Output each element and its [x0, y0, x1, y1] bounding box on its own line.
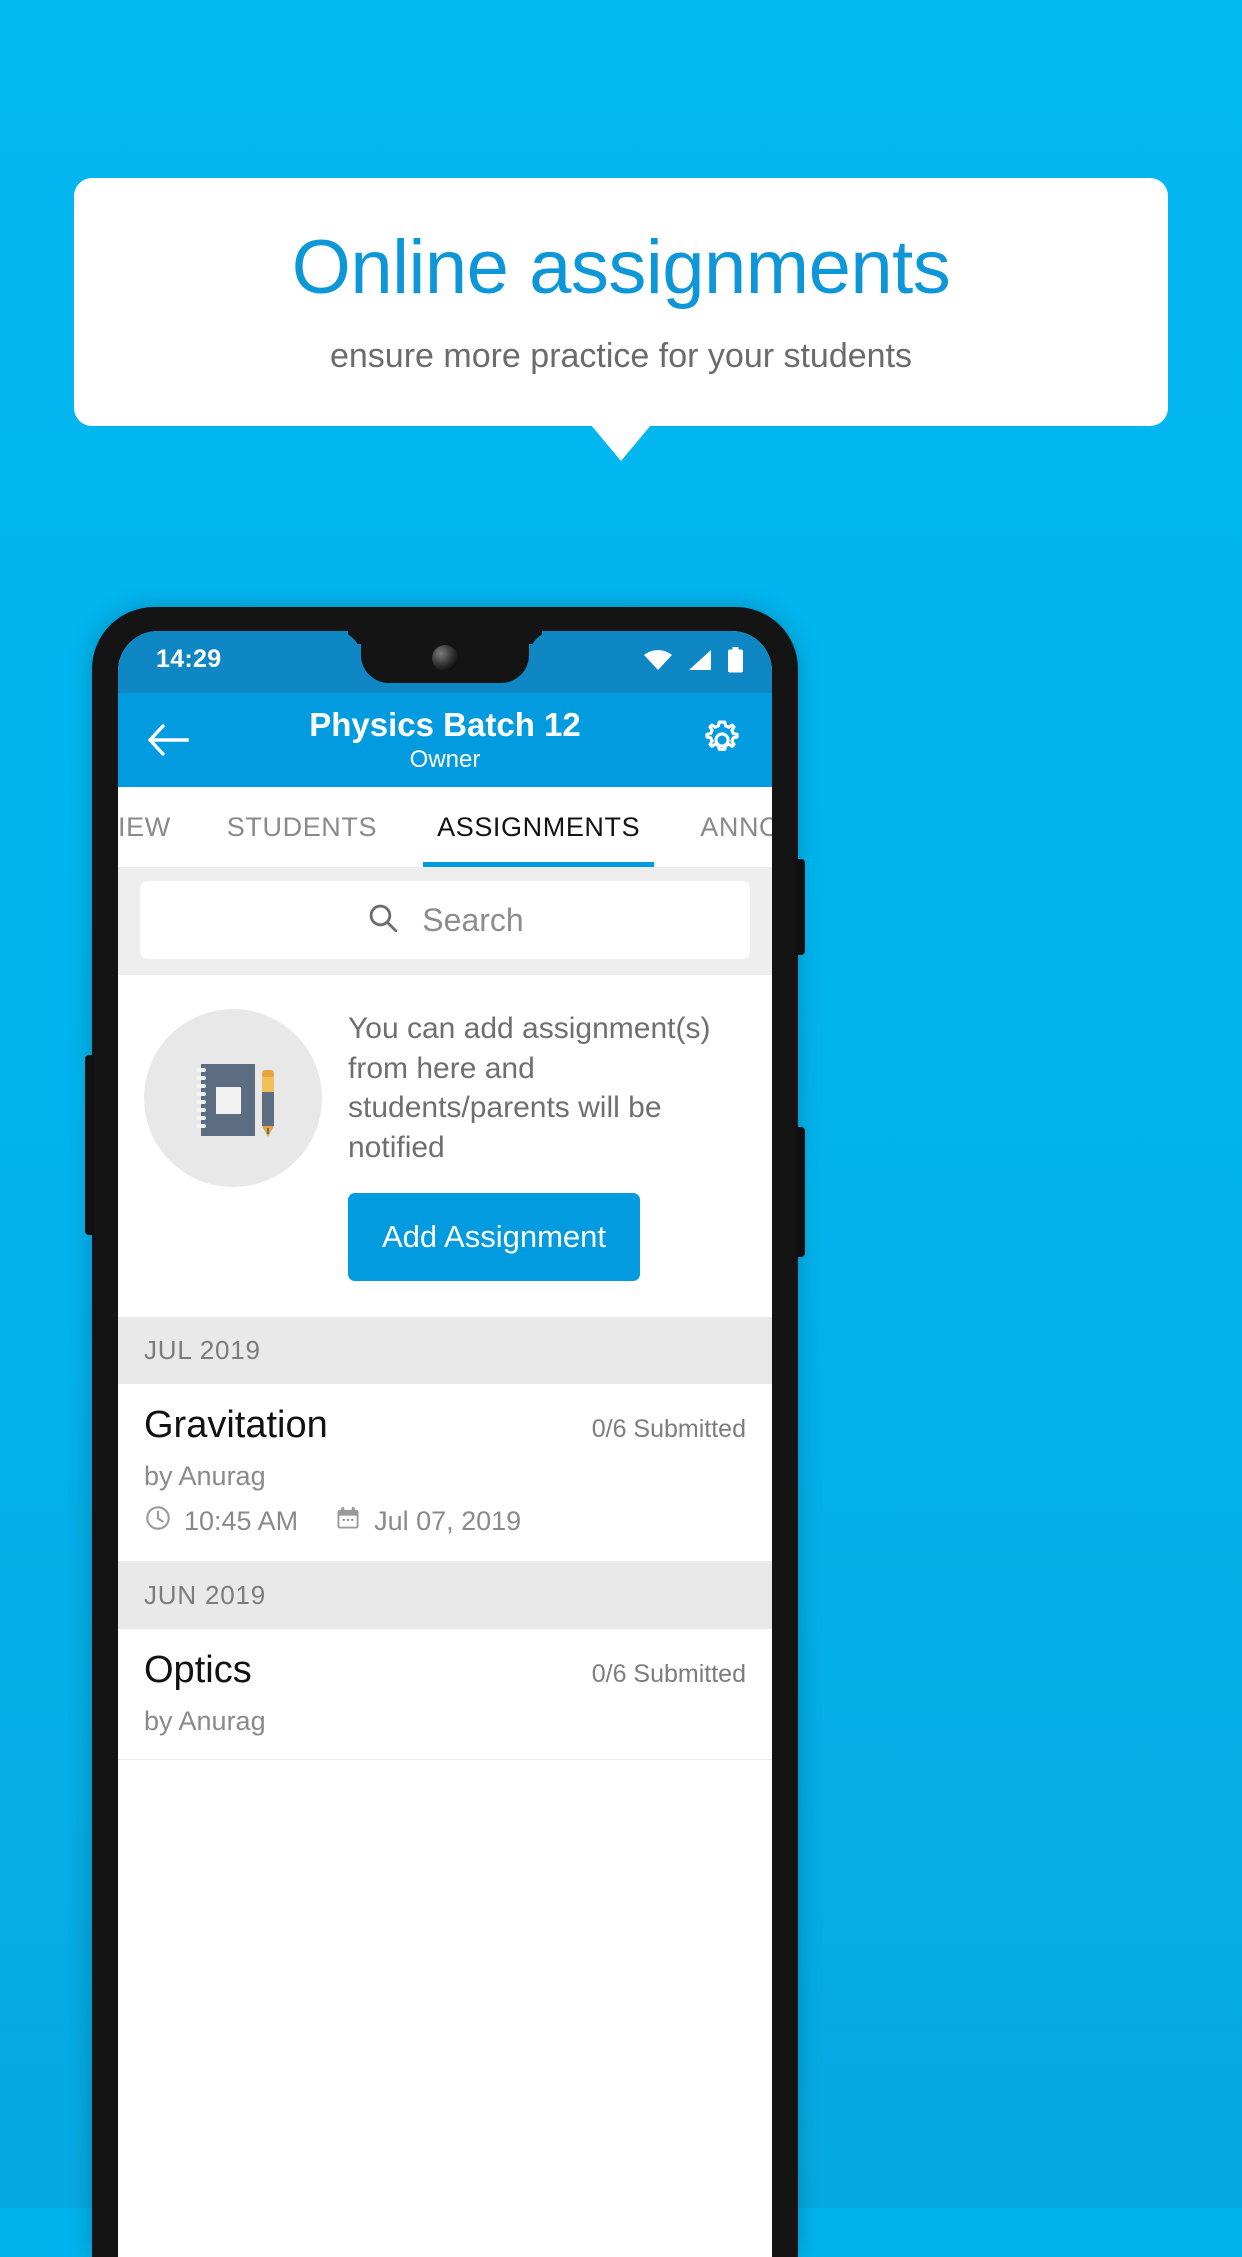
search-icon: [366, 901, 400, 940]
page-subtitle: Owner: [409, 746, 481, 774]
status-bar-icons: [643, 647, 744, 678]
assignment-meta: 10:45 AM Jul 07, 2019: [144, 1504, 746, 1539]
phone-volume-down-button[interactable]: [796, 1127, 805, 1257]
tab-students[interactable]: STUDENTS: [197, 787, 407, 867]
phone-volume-up-button[interactable]: [796, 859, 805, 955]
settings-button[interactable]: [694, 712, 750, 768]
battery-icon: [727, 647, 744, 678]
back-button[interactable]: [140, 712, 196, 768]
tab-assignments[interactable]: ASSIGNMENTS: [407, 787, 670, 867]
month-header-jul: JUL 2019: [118, 1317, 772, 1385]
table-row[interactable]: Gravitation 0/6 Submitted by Anurag 10:4…: [118, 1384, 772, 1563]
phone-screen: 14:29 Physics Batch 12 Owner IEW STUDENT…: [118, 631, 772, 2257]
page-title: Physics Batch 12: [309, 705, 581, 743]
assignment-time: 10:45 AM: [184, 1506, 299, 1537]
calendar-icon: [334, 1504, 362, 1539]
assignment-author: by Anurag: [144, 1706, 266, 1737]
tab-announcements-label: ANNOUNCEM: [700, 811, 772, 842]
tab-bar: IEW STUDENTS ASSIGNMENTS ANNOUNCEM: [118, 787, 772, 867]
phone-device: 14:29 Physics Batch 12 Owner IEW STUDENT…: [85, 607, 805, 2257]
assignment-author: by Anurag: [144, 1461, 266, 1492]
status-bar: 14:29: [118, 631, 772, 693]
app-bar-titles: Physics Batch 12 Owner: [118, 705, 772, 774]
empty-state-content: You can add assignment(s) from here and …: [348, 1005, 746, 1282]
search-placeholder: Search: [422, 901, 524, 938]
assignment-date: Jul 07, 2019: [374, 1506, 522, 1537]
assignment-header-row: Optics 0/6 Submitted: [144, 1649, 746, 1692]
empty-state-card: You can add assignment(s) from here and …: [118, 975, 772, 1318]
month-header-jun: JUN 2019: [118, 1562, 772, 1630]
empty-state-message: You can add assignment(s) from here and …: [348, 1012, 711, 1164]
tab-assignments-label: ASSIGNMENTS: [437, 811, 641, 842]
assignment-title: Gravitation: [144, 1404, 328, 1447]
tab-students-label: STUDENTS: [226, 811, 378, 842]
wifi-icon: [643, 648, 673, 677]
assignment-header-row: Gravitation 0/6 Submitted: [144, 1404, 746, 1447]
notebook-and-pen-icon: [144, 1009, 322, 1187]
status-bar-time: 14:29: [156, 645, 222, 673]
back-arrow-icon: [148, 724, 189, 756]
callout-bubble: Online assignments ensure more practice …: [74, 178, 1168, 426]
app-bar: Physics Batch 12 Owner: [118, 693, 772, 787]
callout-subtitle: ensure more practice for your students: [329, 337, 913, 376]
status-badge: 0/6 Submitted: [591, 1415, 746, 1444]
signal-icon: [687, 648, 713, 677]
status-badge: 0/6 Submitted: [591, 1660, 746, 1689]
clock-icon: [144, 1504, 172, 1539]
tab-overview[interactable]: IEW: [118, 787, 197, 867]
search-section: Search: [118, 867, 772, 975]
gear-icon: [705, 720, 739, 751]
add-assignment-button[interactable]: Add Assignment: [348, 1193, 641, 1282]
tab-announcements[interactable]: ANNOUNCEM: [670, 787, 772, 867]
callout-title: Online assignments: [291, 224, 951, 310]
table-row[interactable]: Optics 0/6 Submitted by Anurag: [118, 1629, 772, 1761]
search-input[interactable]: Search: [140, 881, 750, 959]
front-camera-icon: [432, 645, 458, 671]
phone-power-button[interactable]: [85, 1055, 94, 1235]
callout-bubble-tail: [591, 425, 651, 461]
assignment-title: Optics: [144, 1649, 252, 1692]
tab-overview-label: IEW: [118, 811, 171, 842]
